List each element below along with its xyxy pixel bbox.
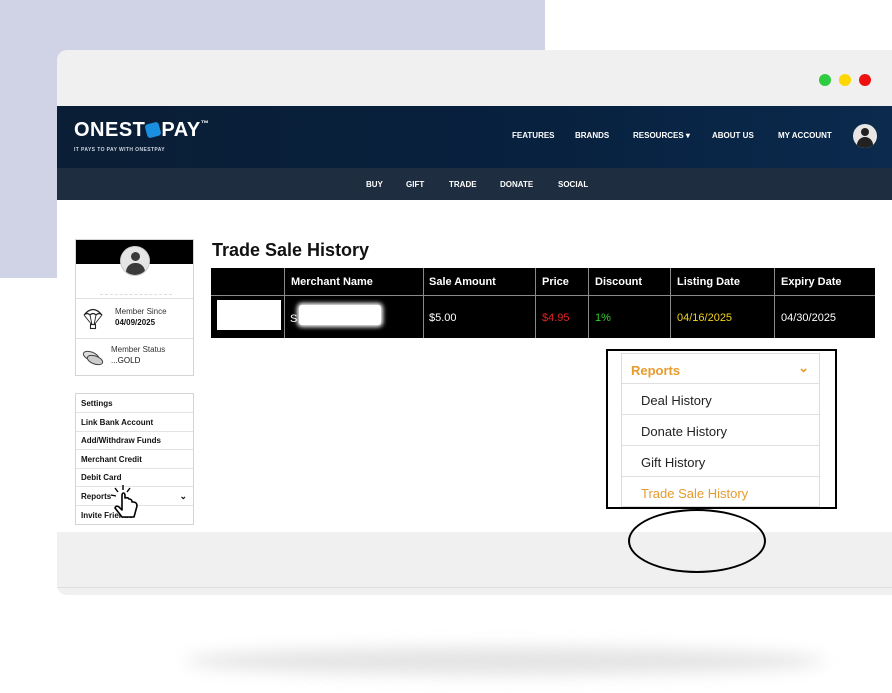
reports-header-label: Reports — [631, 363, 681, 378]
nav-about-us[interactable]: ABOUT US — [712, 131, 754, 140]
sub-nav: BUY GIFT TRADE DONATE SOCIAL — [57, 168, 892, 200]
sidebar-item-label: Debit Card — [81, 473, 122, 482]
menu-item-donate-history[interactable]: Donate History — [622, 415, 819, 446]
column-header-expiry-date: Expiry Date — [781, 276, 842, 288]
column-header-merchant-name: Merchant Name — [291, 276, 373, 288]
member-status-label: Member Status — [111, 345, 166, 354]
column-header-price: Price — [542, 276, 569, 288]
cell-price: $4.95 — [542, 312, 570, 324]
user-avatar-icon[interactable] — [853, 124, 877, 148]
nav-my-account[interactable]: MY ACCOUNT — [778, 131, 832, 140]
reports-dropdown-header[interactable]: Reports ⌄ — [622, 354, 819, 384]
column-header-discount: Discount — [595, 276, 643, 288]
profile-card: Member Since 04/09/2025 Member Status ..… — [75, 239, 194, 376]
member-since-row: Member Since 04/09/2025 — [76, 298, 193, 338]
column-header-sale-amount: Sale Amount — [429, 276, 496, 288]
redacted-merchant-name — [299, 305, 381, 325]
profile-avatar-icon — [120, 246, 150, 276]
redacted-merchant-logo — [217, 300, 281, 330]
highlight-ellipse — [628, 509, 766, 573]
subnav-gift[interactable]: GIFT — [406, 180, 424, 189]
subnav-trade[interactable]: TRADE — [449, 180, 477, 189]
chevron-down-icon: ⌄ — [179, 491, 187, 501]
website: ONEST PAY™ IT PAYS TO PAY WITH ONESTPAY F… — [57, 106, 892, 588]
hand-pointer-icon — [110, 485, 138, 518]
coins-icon — [82, 350, 104, 366]
merchant-name-prefix: S — [290, 313, 298, 325]
window-green-dot-icon[interactable] — [819, 74, 831, 86]
sidebar-item-label: Merchant Credit — [81, 455, 142, 464]
chevron-down-icon: ⌄ — [798, 360, 809, 375]
reports-callout: Reports ⌄ Deal History Donate History Gi… — [606, 349, 837, 509]
cell-sale-amount: $5.00 — [429, 312, 457, 324]
subnav-donate[interactable]: DONATE — [500, 180, 533, 189]
sidebar-item-label: Add/Withdraw Funds — [81, 436, 161, 445]
subnav-social[interactable]: SOCIAL — [558, 180, 588, 189]
window-shadow — [185, 647, 825, 675]
redacted-username — [100, 281, 172, 295]
column-header-listing-date: Listing Date — [677, 276, 740, 288]
parachute-icon — [83, 308, 103, 330]
sidebar-item-add-withdraw-funds[interactable]: Add/Withdraw Funds — [76, 431, 193, 450]
wallet-logo-icon — [144, 121, 162, 139]
window-yellow-dot-icon[interactable] — [839, 74, 851, 86]
sidebar-item-settings[interactable]: Settings — [76, 394, 193, 413]
subnav-buy[interactable]: BUY — [366, 180, 383, 189]
menu-item-deal-history[interactable]: Deal History — [622, 384, 819, 415]
nav-brands[interactable]: BRANDS — [575, 131, 609, 140]
menu-item-gift-history[interactable]: Gift History — [622, 446, 819, 477]
window-red-dot-icon[interactable] — [859, 74, 871, 86]
logo-trademark: ™ — [200, 119, 210, 128]
browser-window: ONEST PAY™ IT PAYS TO PAY WITH ONESTPAY F… — [57, 50, 892, 595]
member-status-value: ...GOLD — [111, 356, 141, 365]
cell-expiry-date: 04/30/2025 — [781, 312, 837, 324]
logo-text-right: PAY — [161, 119, 201, 141]
trade-sale-table: Merchant Name Sale Amount Price Discount… — [211, 268, 875, 338]
logo-text-left: ONEST — [74, 119, 146, 141]
brand-tagline: IT PAYS TO PAY WITH ONESTPAY — [74, 147, 166, 153]
footer-divider — [57, 587, 892, 588]
member-since-label: Member Since — [115, 307, 167, 316]
brand-logo[interactable]: ONEST PAY™ — [74, 119, 209, 142]
sidebar-item-label: Link Bank Account — [81, 418, 154, 427]
menu-item-trade-sale-history[interactable]: Trade Sale History — [622, 477, 819, 508]
cell-discount: 1% — [595, 312, 611, 324]
top-nav: ONEST PAY™ IT PAYS TO PAY WITH ONESTPAY F… — [57, 106, 892, 168]
cell-listing-date: 04/16/2025 — [677, 312, 733, 324]
sidebar-item-merchant-credit[interactable]: Merchant Credit — [76, 450, 193, 469]
reports-dropdown: Reports ⌄ Deal History Donate History Gi… — [621, 353, 820, 507]
sidebar-item-label: Settings — [81, 399, 113, 408]
nav-resources[interactable]: RESOURCES ▾ — [633, 131, 690, 140]
member-status-row: Member Status ...GOLD — [76, 338, 193, 376]
nav-features[interactable]: FEATURES — [512, 131, 555, 140]
sidebar-item-link-bank-account[interactable]: Link Bank Account — [76, 413, 193, 432]
page-title: Trade Sale History — [212, 240, 370, 260]
member-since-value: 04/09/2025 — [115, 318, 156, 327]
